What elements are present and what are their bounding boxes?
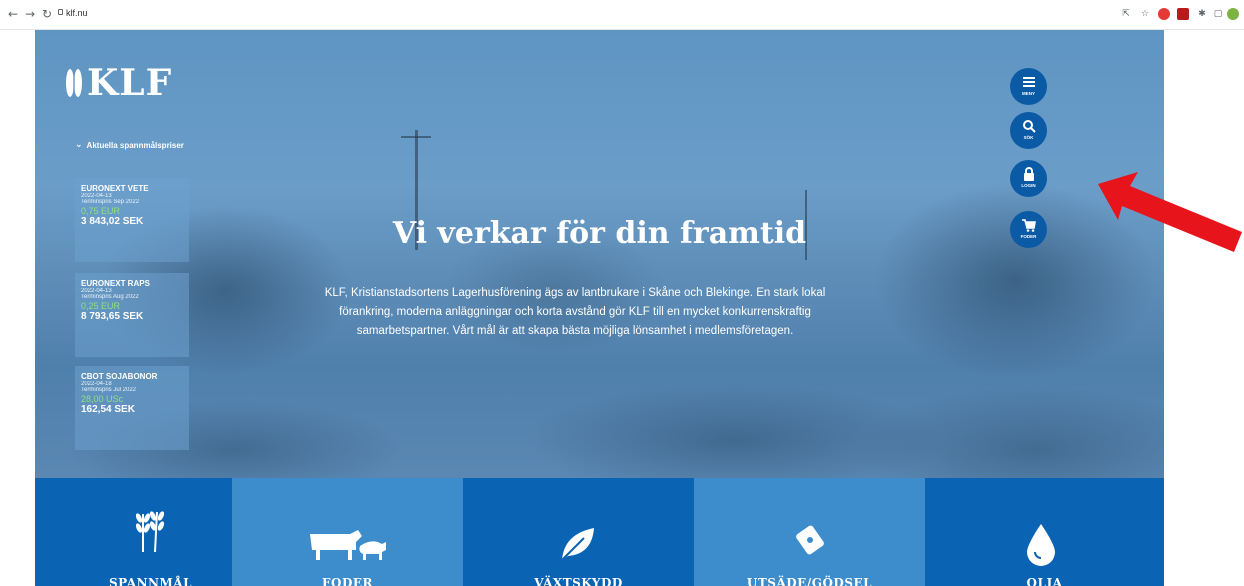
grain-prices-label: Aktuella spannmålspriser: [86, 140, 184, 150]
feed-shop-label: FODER: [1020, 234, 1037, 239]
hero-banner: KLF ⌄ Aktuella spannmålspriser EURONEXT …: [35, 30, 1164, 478]
tile-label: UTSÄDE/GÖDSEL: [746, 576, 873, 586]
price-sek: 8 793,65 SEK: [81, 311, 144, 322]
price-name: CBOT SOJABONOR: [81, 372, 158, 381]
cow-pig-icon: [310, 530, 386, 560]
price-name: EURONEXT RAPS: [81, 279, 150, 288]
annotation-arrow: [1098, 172, 1242, 252]
price-name: EURONEXT VETE: [81, 184, 149, 193]
login-label: LOGIN: [1021, 183, 1036, 188]
tile-label: VÄXTSKYDD: [534, 576, 623, 586]
price-term: Terminspris Jul 2022: [81, 387, 137, 393]
utility-pole-arm: [401, 136, 431, 138]
share-icon[interactable]: ⇱: [1120, 8, 1132, 20]
klf-logo[interactable]: KLF: [65, 62, 172, 104]
sidepanel-icon[interactable]: ▢: [1212, 8, 1224, 20]
reload-icon[interactable]: ↻: [40, 7, 54, 21]
menu-icon: [1022, 77, 1035, 87]
lock-icon: [1023, 167, 1034, 181]
droplet-icon: [1027, 524, 1055, 566]
price-term: Terminspris Sep 2022: [81, 199, 140, 205]
hero-title: Vi verkar för din framtid: [392, 216, 807, 251]
feed-shop-button[interactable]: FODER: [1010, 211, 1047, 248]
extensions-puzzle-icon[interactable]: ✱: [1196, 8, 1208, 20]
tile-label: OLJA: [1026, 576, 1063, 586]
wheat-logo-icon: [66, 67, 82, 99]
back-icon[interactable]: ←: [6, 7, 20, 21]
search-label: SÖK: [1023, 135, 1034, 140]
site-lock-icon: [58, 9, 63, 15]
login-button[interactable]: LOGIN: [1010, 160, 1047, 197]
search-button[interactable]: SÖK: [1010, 112, 1047, 149]
category-tiles: SPANNMÅL FODER VÄXTSKYDD UTSÄDE/GÖDSEL O…: [35, 478, 1164, 586]
hero-description: KLF, Kristianstadsortens Lagerhusförenin…: [324, 287, 826, 337]
seed-bag-icon: [796, 525, 824, 555]
wheat-icon: [135, 511, 165, 553]
price-term: Terminspris Aug 2022: [81, 294, 139, 300]
tile-utsade-godsel[interactable]: UTSÄDE/GÖDSEL: [694, 478, 925, 586]
tile-olja[interactable]: OLJA: [925, 478, 1164, 586]
extension-icon[interactable]: [1177, 8, 1189, 20]
address-bar[interactable]: klf.nu: [66, 8, 88, 18]
price-change: 28,00 USc: [81, 394, 124, 404]
tile-label: FODER: [322, 576, 373, 586]
bookmark-star-icon[interactable]: ☆: [1139, 8, 1151, 20]
price-card: CBOT SOJABONOR 2022-04-18 Terminspris Ju…: [75, 366, 189, 450]
chevron-down-icon: ⌄: [75, 140, 83, 150]
extension-adblock-icon[interactable]: [1158, 8, 1170, 20]
forward-icon[interactable]: →: [23, 7, 37, 21]
menu-label: MENY: [1021, 91, 1035, 96]
tile-vaxtskydd[interactable]: VÄXTSKYDD: [463, 478, 694, 586]
price-sek: 162,54 SEK: [81, 404, 135, 415]
leaf-icon: [561, 528, 594, 561]
search-icon: [1022, 120, 1036, 133]
price-change: 0,75 EUR: [81, 206, 121, 216]
logo-text: KLF: [87, 62, 173, 104]
profile-avatar[interactable]: [1227, 8, 1239, 20]
browser-toolbar: ← → ↻ klf.nu ⇱ ☆ ✱ ▢: [0, 0, 1244, 30]
menu-button[interactable]: MENY: [1010, 68, 1047, 105]
price-card: EURONEXT RAPS 2022-04-13 Terminspris Aug…: [75, 273, 189, 357]
grain-prices-toggle[interactable]: ⌄ Aktuella spannmålspriser: [75, 140, 184, 150]
tile-foder[interactable]: FODER: [232, 478, 463, 586]
cart-icon: [1021, 219, 1036, 232]
price-change: 0,25 EUR: [81, 301, 121, 311]
